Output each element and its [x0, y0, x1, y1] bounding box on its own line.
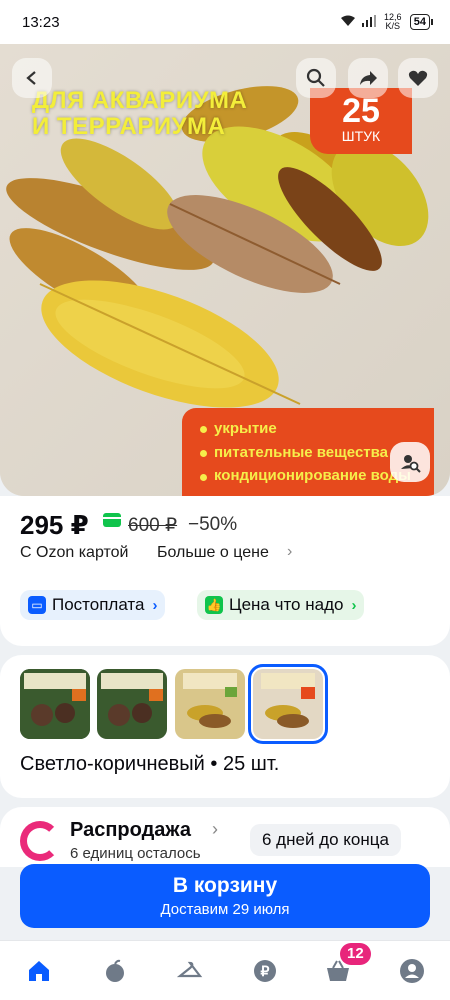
svg-text:₽: ₽	[261, 963, 270, 979]
hero-feature: укрытие	[200, 420, 434, 438]
nav-profile[interactable]	[396, 955, 428, 987]
variant-image	[20, 669, 90, 739]
add-to-cart-button[interactable]: В корзину Доставим 29 июля	[20, 864, 430, 928]
nav-fresh[interactable]	[99, 955, 131, 987]
apple-icon	[106, 959, 124, 982]
chevron-right-icon: ›	[287, 543, 293, 560]
ozon-card-icon	[103, 513, 121, 527]
ruble-icon: ₽	[254, 960, 276, 982]
selected-variant-label: Светло-коричневый • 25 шт.	[20, 753, 280, 775]
hero-title: ДЛЯ АКВАРИУМА И ТЕРРАРИУМА	[32, 88, 247, 140]
old-price: 600 ₽	[128, 515, 178, 536]
nav-clothes[interactable]	[174, 955, 206, 987]
sale-timer-badge: 6 дней до конца	[250, 824, 401, 856]
current-price: 295 ₽	[20, 510, 89, 540]
chevron-right-icon: ›	[351, 596, 357, 614]
price-card: 295 ₽ 600 ₽ −50% С Ozon картой Больше о …	[0, 496, 450, 646]
price-details-link[interactable]: Больше о цене	[157, 544, 269, 562]
back-button[interactable]	[12, 58, 52, 98]
postpay-chip[interactable]: ▭ Постоплата ›	[20, 590, 166, 620]
bottom-navigation: ₽	[0, 940, 450, 1000]
share-icon	[360, 71, 377, 85]
sale-logo-icon	[20, 821, 60, 861]
fair-price-label: Цена что надо	[229, 595, 344, 614]
hero-title-line1: ДЛЯ АКВАРИУМА	[32, 87, 248, 114]
delivery-date: Доставим 29 июля	[160, 901, 290, 918]
variant-thumb-1[interactable]	[20, 669, 90, 739]
ozon-card-label: С Ozon картой	[20, 544, 129, 561]
image-search-button[interactable]	[390, 442, 430, 482]
status-time: 13:23	[22, 13, 60, 31]
favorite-button[interactable]	[398, 58, 438, 98]
add-to-cart-label: В корзину	[172, 874, 278, 897]
nav-payments[interactable]: ₽	[249, 955, 281, 987]
variant-thumb-2[interactable]	[97, 669, 167, 739]
hanger-icon	[177, 961, 203, 978]
network-speed: 12,6 K/S	[383, 12, 402, 31]
thumbs-up-icon: 👍	[205, 596, 223, 614]
wallet-icon: ▭	[28, 596, 46, 614]
battery-icon: 54	[409, 14, 434, 30]
signal-icon	[361, 14, 376, 30]
share-button[interactable]	[348, 58, 388, 98]
sale-title: Распродажа	[70, 819, 191, 841]
chevron-right-icon: ›	[212, 819, 218, 839]
search-button[interactable]	[296, 58, 336, 98]
variant-thumb-3[interactable]	[175, 669, 245, 739]
search-icon	[306, 68, 325, 87]
wifi-icon	[340, 15, 356, 30]
status-bar: 13:23 12,6 K/S 54	[0, 0, 450, 44]
variant-thumb-4[interactable]	[248, 664, 328, 744]
hero-title-line2: И ТЕРРАРИУМА	[32, 113, 226, 140]
postpay-label: Постоплата	[52, 595, 145, 614]
profile-icon	[400, 959, 424, 983]
sale-card[interactable]: Распродажа › 6 единиц осталось 6 дней до…	[0, 807, 450, 867]
image-search-icon	[401, 455, 421, 473]
heart-icon	[408, 70, 428, 86]
discount-badge: −50%	[188, 514, 238, 535]
variant-image	[97, 669, 167, 739]
arrow-left-icon	[26, 71, 36, 85]
hero-count: 25	[342, 92, 380, 130]
status-icons: 12,6 K/S 54	[340, 12, 434, 31]
variants-card: Светло-коричневый • 25 шт.	[0, 655, 450, 798]
chevron-right-icon: ›	[152, 596, 158, 614]
fair-price-chip[interactable]: 👍 Цена что надо ›	[197, 590, 365, 620]
cart-count-badge: 12	[340, 943, 371, 965]
sale-subtitle: 6 единиц осталось	[70, 845, 201, 862]
variant-image	[253, 669, 323, 739]
product-image[interactable]: ДЛЯ АКВАРИУМА И ТЕРРАРИУМА 25 ШТУК укрыт…	[0, 44, 450, 496]
nav-home[interactable]	[23, 955, 55, 987]
variant-image	[175, 669, 245, 739]
hero-count-unit: ШТУК	[341, 128, 381, 144]
home-icon	[29, 961, 49, 981]
